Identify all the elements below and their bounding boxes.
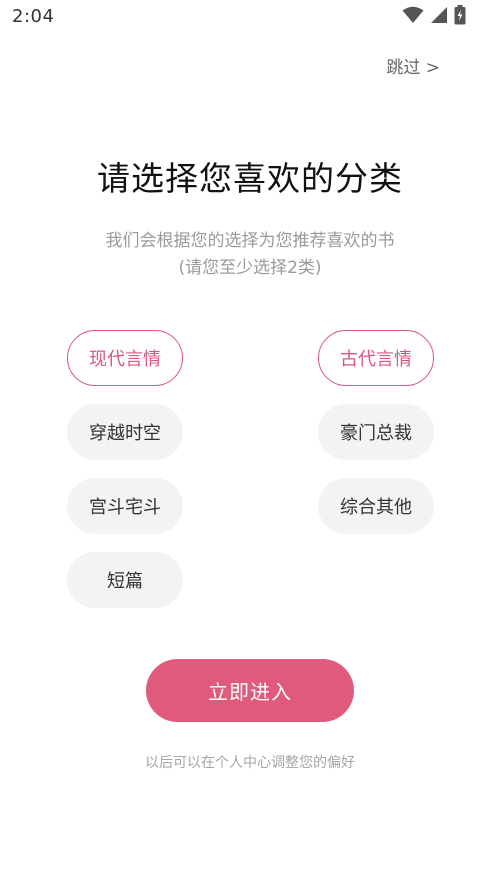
status-time: 2:04 bbox=[12, 6, 55, 27]
category-chip-short-stories[interactable]: 短篇 bbox=[67, 552, 183, 608]
category-chip-ceo-romance[interactable]: 豪门总裁 bbox=[318, 404, 434, 460]
page-title: 请选择您喜欢的分类 bbox=[97, 159, 403, 198]
subtitle-line-1: 我们会根据您的选择为您推荐喜欢的书 bbox=[105, 231, 395, 251]
category-chip-palace-intrigue[interactable]: 宫斗宅斗 bbox=[67, 478, 183, 534]
skip-link[interactable]: 跳过 > bbox=[386, 53, 440, 78]
signal-icon bbox=[430, 6, 448, 28]
battery-charging-icon bbox=[454, 5, 466, 29]
footer-hint: 以后可以在个人中心调整您的偏好 bbox=[145, 755, 355, 771]
subtitle: 我们会根据您的选择为您推荐喜欢的书 (请您至少选择2类) bbox=[0, 228, 500, 282]
category-chip-modern-romance[interactable]: 现代言情 bbox=[67, 330, 183, 386]
status-icons bbox=[402, 5, 466, 29]
wifi-icon bbox=[402, 6, 424, 28]
category-chip-ancient-romance[interactable]: 古代言情 bbox=[318, 330, 434, 386]
subtitle-line-2: (请您至少选择2类) bbox=[178, 258, 322, 278]
enter-button[interactable]: 立即进入 bbox=[146, 659, 354, 722]
category-chip-other[interactable]: 综合其他 bbox=[318, 478, 434, 534]
category-chip-time-travel[interactable]: 穿越时空 bbox=[67, 404, 183, 460]
status-bar: 2:04 bbox=[0, 0, 500, 34]
